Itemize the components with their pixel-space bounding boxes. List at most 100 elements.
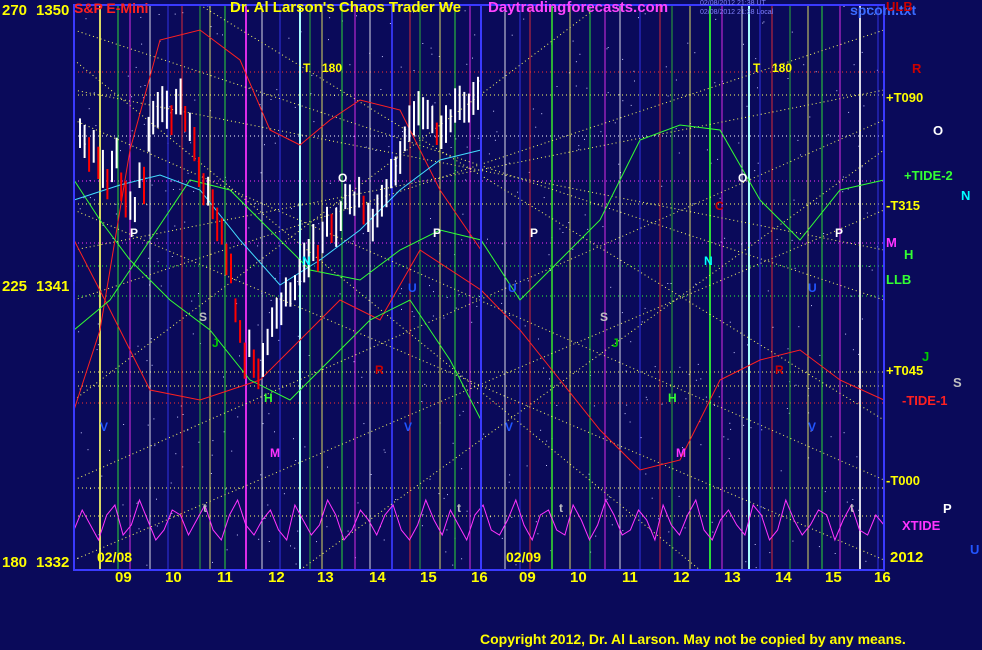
y-label-bottom-price: 1332 <box>36 554 70 571</box>
x-hour-label: 12 <box>268 569 285 586</box>
star-dot <box>478 296 480 298</box>
label-u: U <box>970 542 980 557</box>
star-dot <box>501 537 503 539</box>
star-dot <box>762 507 764 509</box>
star-dot <box>700 378 702 380</box>
star-dot <box>446 529 448 531</box>
marker-v: V <box>404 420 413 434</box>
star-dot <box>268 541 270 542</box>
star-dot <box>147 424 149 426</box>
star-dot <box>79 208 81 210</box>
star-dot <box>318 223 320 225</box>
star-dot <box>668 531 670 533</box>
star-dot <box>123 424 125 425</box>
star-dot <box>607 92 609 94</box>
star-dot <box>274 142 276 144</box>
star-dot <box>729 321 731 323</box>
star-dot <box>645 396 647 398</box>
marker-j: J <box>612 336 619 350</box>
star-dot <box>754 170 756 172</box>
plot-background <box>0 0 982 650</box>
star-dot <box>630 104 632 106</box>
star-dot <box>861 51 863 53</box>
star-dot <box>339 293 341 295</box>
star-dot <box>621 312 623 314</box>
star-dot <box>239 355 240 357</box>
star-dot <box>381 56 383 58</box>
star-dot <box>443 497 445 499</box>
star-dot <box>326 526 328 528</box>
star-dot <box>827 134 829 136</box>
star-dot <box>388 146 390 148</box>
star-dot <box>851 295 853 297</box>
label-n: N <box>961 188 971 203</box>
star-dot <box>856 456 858 458</box>
star-dot <box>614 122 616 124</box>
star-dot <box>295 563 297 565</box>
star-dot <box>154 445 156 447</box>
star-dot <box>611 524 613 526</box>
chart-root: S&P E-Mini Dr. Al Larson's Chaos Trader … <box>0 0 982 650</box>
star-dot <box>755 567 757 569</box>
marker-r: R <box>375 363 384 377</box>
star-dot <box>640 437 642 439</box>
star-dot <box>138 528 140 530</box>
star-dot <box>433 291 434 293</box>
star-dot <box>222 34 223 36</box>
star-dot <box>131 130 133 132</box>
marker-p: P <box>433 226 442 240</box>
star-dot <box>729 422 731 424</box>
star-dot <box>526 465 528 467</box>
star-dot <box>706 149 708 151</box>
star-dot <box>431 53 433 55</box>
star-dot <box>836 90 838 92</box>
star-dot <box>212 561 213 563</box>
x-hour-label: 16 <box>471 569 488 586</box>
star-dot <box>156 525 158 527</box>
label-t000: -T000 <box>886 473 920 488</box>
marker-r: R <box>775 363 784 377</box>
star-dot <box>678 152 680 154</box>
x-hour-label: 10 <box>165 569 182 586</box>
star-dot <box>384 451 386 453</box>
star-dot <box>170 482 172 484</box>
star-dot <box>871 269 873 271</box>
star-dot <box>532 108 534 110</box>
star-dot <box>278 339 280 341</box>
star-dot <box>276 89 278 91</box>
star-dot <box>156 498 157 500</box>
star-dot <box>260 359 262 361</box>
star-dot <box>264 144 265 146</box>
star-dot <box>383 449 385 451</box>
x-hour-label: 15 <box>420 569 437 586</box>
star-dot <box>861 166 863 168</box>
star-dot <box>260 172 262 174</box>
star-dot <box>593 405 595 407</box>
y-label-bottom-level: 180 <box>2 554 28 571</box>
marker-n: N <box>302 254 311 268</box>
star-dot <box>174 225 176 227</box>
star-dot <box>546 440 548 442</box>
star-dot <box>193 190 195 192</box>
star-dot <box>694 52 696 54</box>
star-dot <box>466 63 468 65</box>
star-dot <box>399 293 401 295</box>
marker-p: P <box>130 226 139 240</box>
star-dot <box>349 64 351 66</box>
star-dot <box>549 378 550 380</box>
star-dot <box>270 99 272 100</box>
star-dot <box>146 360 148 362</box>
star-dot <box>363 423 365 425</box>
star-dot <box>791 31 793 33</box>
marker-v: V <box>808 420 817 434</box>
star-dot <box>270 299 272 301</box>
star-dot <box>645 473 647 475</box>
star-dot <box>746 105 748 107</box>
star-dot <box>624 413 626 415</box>
star-dot <box>135 66 137 68</box>
star-dot <box>606 48 608 50</box>
star-dot <box>661 403 663 405</box>
star-dot <box>313 121 315 123</box>
marker-u: U <box>508 281 517 295</box>
x-hour-label: 13 <box>317 569 334 586</box>
